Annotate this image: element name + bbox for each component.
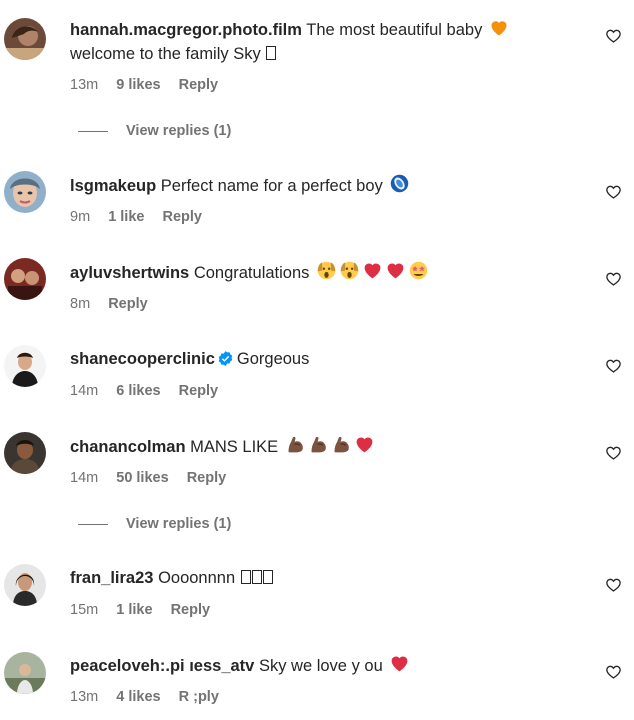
heart-outline-icon[interactable]: [605, 28, 622, 44]
reply-button[interactable]: R ;ply: [179, 689, 219, 705]
view-replies-button[interactable]: View replies (1): [78, 516, 231, 532]
red-heart-icon: [354, 434, 375, 455]
comment-text-line: shanecooperclinic Gorgeous: [70, 347, 574, 371]
missing-glyph-icon: [251, 570, 262, 584]
view-replies-line: [78, 130, 108, 132]
comment-likes[interactable]: 9 likes: [116, 77, 160, 93]
view-replies-label: View replies (1): [126, 123, 232, 139]
avatar[interactable]: [4, 18, 46, 60]
reply-button[interactable]: Reply: [171, 602, 211, 618]
comment-text-line: hannah.macgregor.photo.film The most bea…: [70, 18, 574, 42]
flexed-biceps-icon: [308, 434, 329, 455]
comment-meta: 13m 4 likes R ;ply: [70, 689, 233, 705]
comment-text: The most beautiful baby: [306, 21, 483, 39]
avatar[interactable]: [4, 345, 46, 387]
red-heart-icon: [362, 260, 383, 281]
blue-circle-icon: [389, 173, 410, 194]
view-replies-line: [78, 523, 108, 525]
heart-outline-icon[interactable]: [605, 577, 622, 593]
comment-text: Oooonnnn: [158, 569, 236, 587]
screaming-face-icon: [316, 260, 337, 281]
comment-text: Sky we love y ou: [258, 657, 383, 675]
comment-time: 9m: [70, 209, 91, 225]
reply-button[interactable]: Reply: [108, 296, 148, 312]
comment-text: Congratulations: [193, 264, 310, 282]
comment-text-line: chanancolman MANS LIKE: [70, 434, 574, 459]
comment-meta: 8m Reply: [70, 296, 162, 312]
comment-username[interactable]: hannah.macgregor.photo.film: [70, 21, 302, 39]
flexed-biceps-icon: [331, 434, 352, 455]
comment-meta: 14m 50 likes Reply: [70, 470, 240, 486]
comment-time: 13m: [70, 689, 99, 705]
comment-time: 13m: [70, 77, 99, 93]
comment-time: 14m: [70, 470, 99, 486]
reply-button[interactable]: Reply: [187, 470, 227, 486]
heart-outline-icon[interactable]: [605, 184, 622, 200]
avatar[interactable]: [4, 171, 46, 213]
avatar[interactable]: [4, 432, 46, 474]
comment-text: Gorgeous: [236, 350, 310, 368]
star-struck-icon: [408, 260, 429, 281]
reply-button[interactable]: Reply: [179, 77, 219, 93]
comment-meta: 14m 6 likes Reply: [70, 383, 232, 399]
comment-time: 8m: [70, 296, 91, 312]
comment-text-line: lsgmakeup Perfect name for a perfect boy: [70, 173, 574, 198]
flexed-biceps-icon: [285, 434, 306, 455]
comment-username[interactable]: chanancolman: [70, 438, 186, 456]
comment-text-continued: welcome to the family Sky: [70, 45, 261, 63]
avatar[interactable]: [4, 258, 46, 300]
comment-text-line: fran_lira23 Oooonnnn: [70, 566, 574, 590]
red-heart-icon: [385, 260, 406, 281]
comment-meta: 13m 9 likes Reply: [70, 77, 232, 93]
comment-username[interactable]: lsgmakeup: [70, 177, 156, 195]
comment-text-line: peaceloveh:.pi ıess_atv Sky we love y ou: [70, 653, 574, 678]
heart-outline-icon[interactable]: [605, 358, 622, 374]
verified-badge-icon: [217, 350, 234, 367]
comment-username[interactable]: ayluvshertwins: [70, 264, 189, 282]
red-heart-icon: [389, 653, 410, 674]
comment-text: Perfect name for a perfect boy: [160, 177, 383, 195]
comment-text-line: welcome to the family Sky: [70, 42, 574, 66]
view-replies-label: View replies (1): [126, 516, 232, 532]
heart-outline-icon[interactable]: [605, 445, 622, 461]
heart-outline-icon[interactable]: [605, 664, 622, 680]
comment-meta: 15m 1 like Reply: [70, 602, 224, 618]
avatar[interactable]: [4, 564, 46, 606]
comment-text-line: ayluvshertwins Congratulations: [70, 260, 574, 285]
comment-likes[interactable]: 1 like: [108, 209, 144, 225]
comment-text: MANS LIKE: [190, 438, 279, 456]
comment-likes[interactable]: 4 likes: [116, 689, 160, 705]
comment-likes[interactable]: 6 likes: [116, 383, 160, 399]
screaming-face-icon: [339, 260, 360, 281]
comment-username[interactable]: shanecooperclinic: [70, 350, 215, 368]
reply-button[interactable]: Reply: [179, 383, 219, 399]
orange-heart-icon: [489, 18, 509, 38]
heart-outline-icon[interactable]: [605, 271, 622, 287]
avatar[interactable]: [4, 652, 46, 694]
comment-time: 14m: [70, 383, 99, 399]
comment-username[interactable]: fran_lira23: [70, 569, 153, 587]
reply-button[interactable]: Reply: [163, 209, 203, 225]
missing-glyph-icon: [240, 570, 251, 584]
comment-likes[interactable]: 50 likes: [116, 470, 168, 486]
view-replies-button[interactable]: View replies (1): [78, 123, 231, 139]
missing-glyph-icon: [266, 46, 277, 60]
comment-likes[interactable]: 1 like: [116, 602, 152, 618]
comment-username[interactable]: peaceloveh:.pi ıess_atv: [70, 657, 254, 675]
missing-glyph-icon: [262, 570, 273, 584]
comment-meta: 9m 1 like Reply: [70, 209, 216, 225]
comment-time: 15m: [70, 602, 99, 618]
